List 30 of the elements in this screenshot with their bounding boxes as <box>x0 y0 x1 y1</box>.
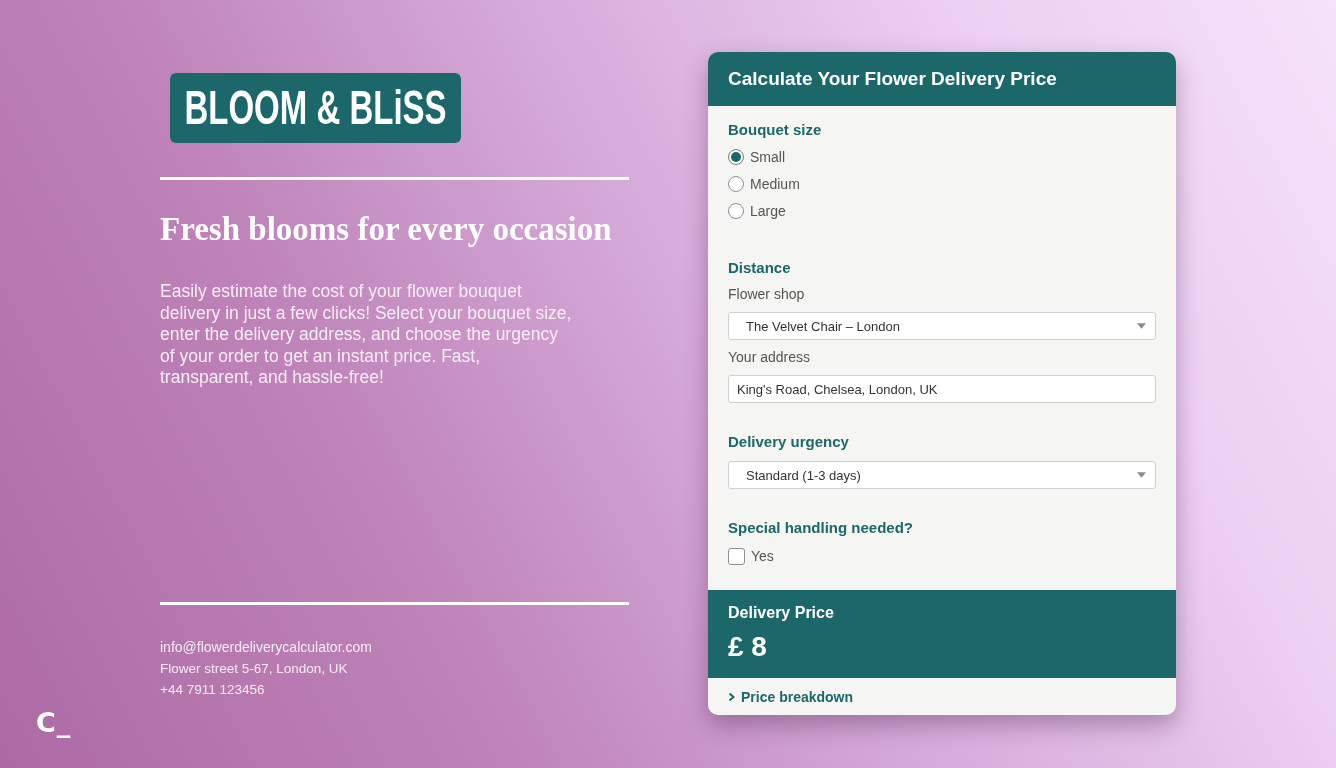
dropdown[interactable]: Standard (1-3 days) <box>728 461 1156 489</box>
price-label: Delivery Price <box>728 603 834 623</box>
price-breakdown-toggle[interactable]: Price breakdown <box>728 688 854 705</box>
section-label: Delivery urgency <box>728 433 849 451</box>
caret-icon <box>1137 323 1146 329</box>
contact-phone: +44 7911 123456 <box>160 681 265 699</box>
hero-heading: Fresh blooms for every occasion <box>160 210 612 249</box>
section-label: Bouquet size <box>728 121 822 139</box>
radio-button[interactable] <box>728 176 744 192</box>
card-title: Calculate Your Flower Delivery Price <box>728 68 1057 90</box>
radio-button[interactable] <box>728 203 744 219</box>
dropdown[interactable]: The Velvet Chair – London <box>728 312 1156 340</box>
field-label: Your address <box>728 348 810 366</box>
caret-icon <box>1137 472 1146 478</box>
checkbox[interactable] <box>728 547 745 565</box>
option-label: Medium <box>750 176 800 192</box>
hero-description: Easily estimate the cost of your flower bouquet delivery in just a few clicks! Select your bouquet size, enter the delivery address, and choose the urgency of your order to get an instant price. Fast, transparent, and hassle-free! <box>160 281 572 389</box>
field-label: Flower shop <box>728 285 805 303</box>
brand-logo: BLOOM & BLiSS <box>170 73 461 143</box>
price-value: £ 8 <box>728 631 767 663</box>
radio-button[interactable] <box>728 149 744 165</box>
option-label: Yes <box>751 548 774 564</box>
corner-logo: C_ <box>36 708 72 738</box>
option-label: Small <box>750 149 785 165</box>
section-label: Distance <box>728 259 791 277</box>
option-label: Large <box>750 203 786 219</box>
contact-address: Flower street 5-67, London, UK <box>160 660 348 678</box>
contact-email: info@flowerdeliverycalculator.com <box>160 638 372 657</box>
section-label: Special handling needed? <box>728 519 914 537</box>
address-input[interactable]: King's Road, Chelsea, London, UK <box>728 375 1156 403</box>
